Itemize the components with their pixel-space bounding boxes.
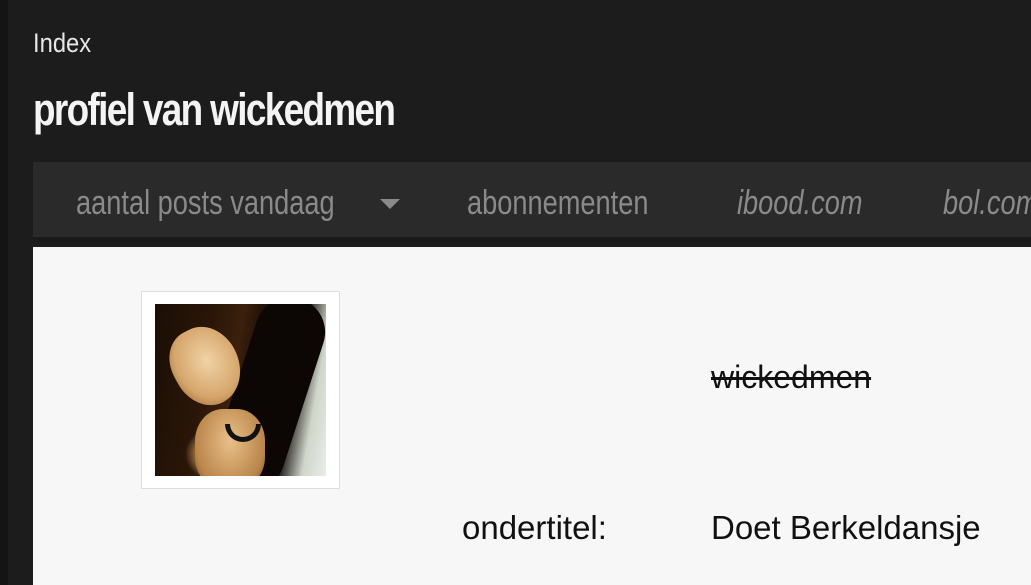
caret-down-icon[interactable] bbox=[380, 199, 400, 209]
field-value-ondertitel: Doet Berkeldansje bbox=[711, 509, 981, 546]
page-title: profiel van wickedmen bbox=[33, 84, 396, 135]
avatar bbox=[155, 304, 326, 476]
left-edge-shadow bbox=[0, 0, 8, 585]
navigation-bar: aantal posts vandaag abonnementen ibood.… bbox=[33, 162, 1031, 242]
avatar-neck bbox=[195, 409, 265, 476]
nav-item-aantal-posts-vandaag[interactable]: aantal posts vandaag bbox=[76, 184, 335, 223]
profile-content: wickedmen ondertitel: Doet Berkeldansje bbox=[33, 247, 1031, 585]
avatar-frame bbox=[141, 291, 340, 489]
field-label-ondertitel: ondertitel: bbox=[462, 509, 607, 546]
nav-item-ibood[interactable]: ibood.com bbox=[737, 184, 863, 223]
profile-username: wickedmen bbox=[711, 359, 872, 395]
nav-item-bol[interactable]: bol.com bbox=[943, 184, 1031, 223]
breadcrumb[interactable]: Index bbox=[33, 28, 91, 59]
nav-item-abonnementen[interactable]: abonnementen bbox=[467, 184, 649, 223]
